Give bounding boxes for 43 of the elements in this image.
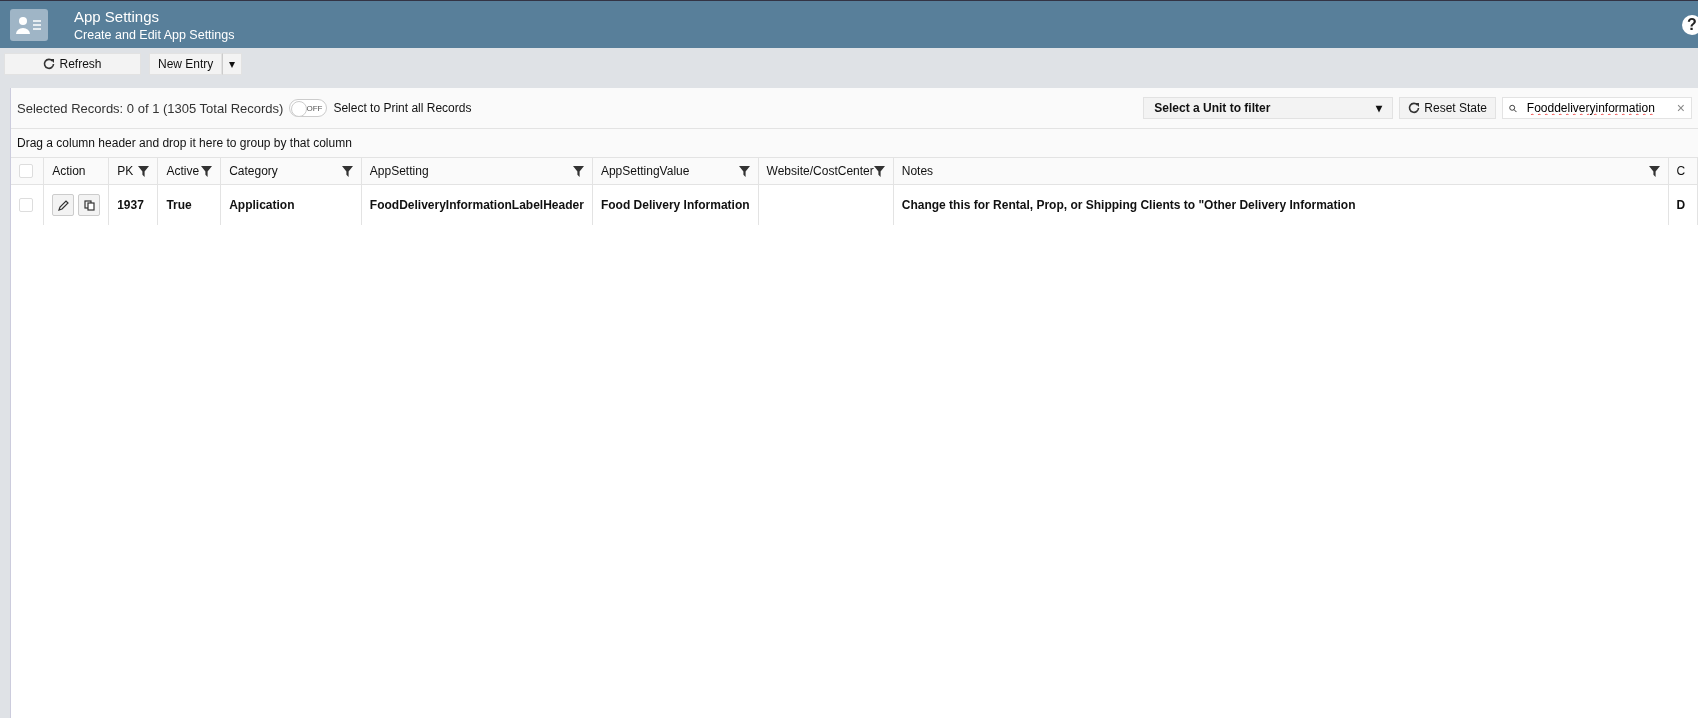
table-cell: Change this for Rental, Prop, or Shipping Clients to "Other Delivery Information bbox=[901, 198, 1356, 212]
filter-icon[interactable] bbox=[572, 165, 584, 177]
help-button[interactable]: ? bbox=[1682, 14, 1698, 35]
print-label: Select to Print all Records bbox=[333, 101, 472, 115]
column-header[interactable]: PK bbox=[117, 164, 134, 178]
new-entry-button[interactable]: New Entry bbox=[149, 53, 223, 75]
refresh-button[interactable]: Refresh bbox=[4, 53, 141, 75]
filter-icon[interactable] bbox=[873, 165, 885, 177]
reset-state-button[interactable]: Reset State bbox=[1399, 97, 1496, 119]
unit-filter-dropdown[interactable]: Select a Unit to filter ▾ bbox=[1143, 97, 1394, 119]
selected-records-text: Selected Records: 0 of 1 (1305 Total Records) bbox=[17, 100, 284, 116]
copy-button[interactable] bbox=[78, 194, 101, 216]
refresh-icon bbox=[1408, 102, 1421, 114]
pencil-icon bbox=[57, 199, 69, 211]
filter-icon[interactable] bbox=[138, 165, 150, 177]
table-cell: Application bbox=[229, 198, 295, 212]
row-checkbox[interactable] bbox=[19, 198, 33, 212]
table-cell: 1937 bbox=[117, 198, 144, 212]
refresh-icon bbox=[43, 58, 56, 70]
search-icon bbox=[1509, 102, 1517, 114]
search-field[interactable]: Fooddeliveryinformation × bbox=[1502, 97, 1692, 119]
filter-icon[interactable] bbox=[1648, 165, 1660, 177]
app-logo-icon bbox=[10, 8, 48, 41]
select-all-checkbox[interactable] bbox=[19, 164, 33, 178]
column-header[interactable]: AppSetting bbox=[369, 164, 429, 178]
page-title: App Settings bbox=[74, 7, 161, 25]
table-cell: True bbox=[166, 198, 192, 212]
column-header[interactable]: C bbox=[1676, 164, 1686, 178]
filter-icon[interactable] bbox=[201, 165, 213, 177]
table-cell: Food Delivery Information bbox=[600, 198, 750, 212]
new-entry-dropdown-button[interactable]: ▾ bbox=[222, 53, 243, 75]
page-subtitle: Create and Edit App Settings bbox=[74, 27, 235, 42]
column-header[interactable]: Notes bbox=[901, 164, 934, 178]
filter-icon[interactable] bbox=[341, 165, 353, 177]
print-toggle[interactable]: OFF bbox=[289, 99, 328, 117]
table-cell: D bbox=[1676, 198, 1686, 212]
group-by-hint: Drag a column header and drop it here to group by that column bbox=[17, 136, 352, 150]
table-cell: FoodDeliveryInformationLabelHeader bbox=[369, 198, 584, 212]
edit-button[interactable] bbox=[52, 194, 75, 216]
column-header[interactable]: Category bbox=[229, 164, 278, 178]
filter-icon[interactable] bbox=[738, 165, 750, 177]
copy-icon bbox=[83, 199, 95, 211]
clear-search-button[interactable]: × bbox=[1676, 100, 1685, 116]
